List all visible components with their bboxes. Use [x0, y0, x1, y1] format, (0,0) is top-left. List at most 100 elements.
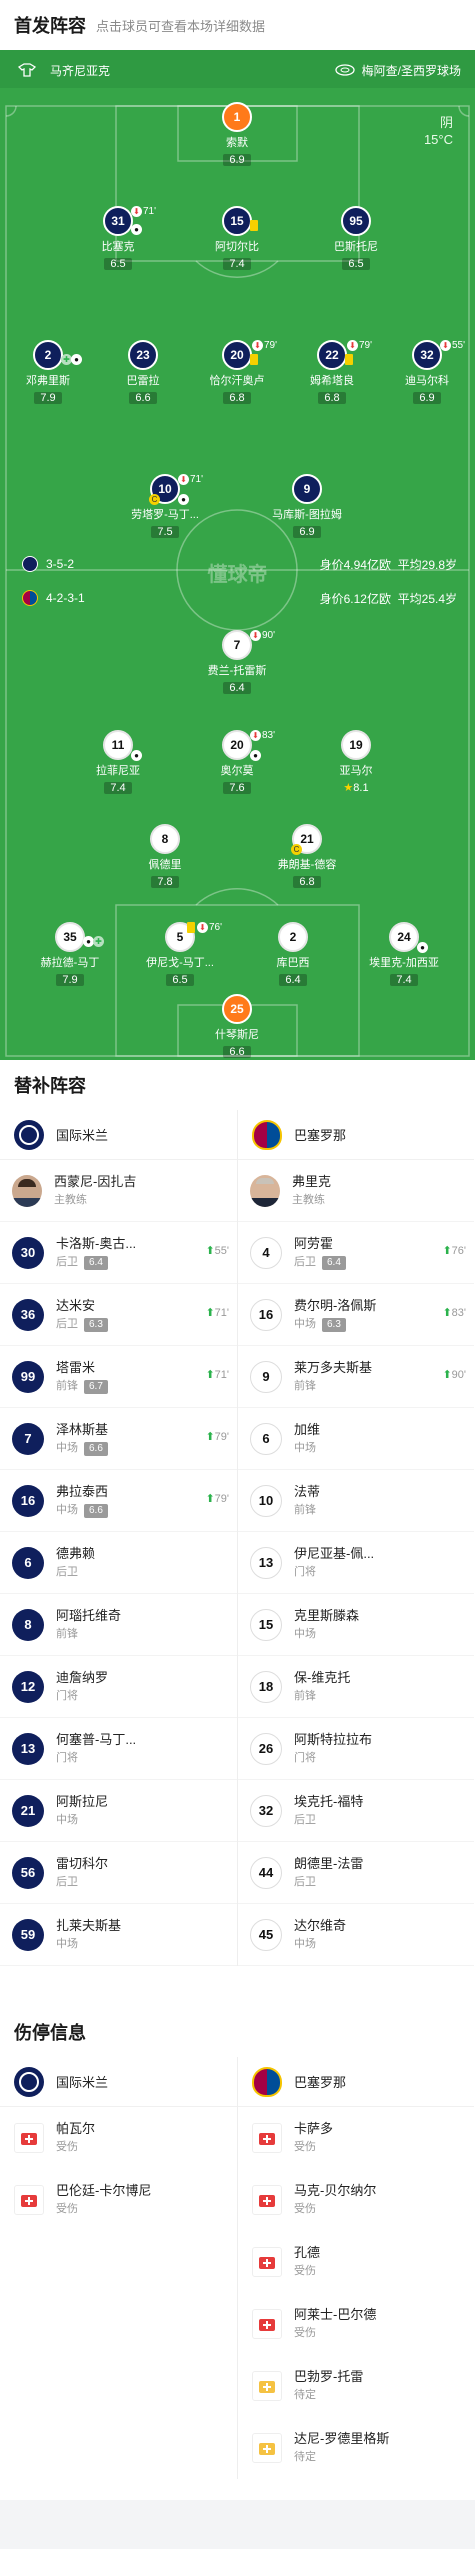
bench-player-row[interactable]: 99 塔雷米 前锋 6.7 ⬆71' — [0, 1346, 237, 1408]
home-player-32[interactable]: 32 ⬇ 55' 迪马尔科 6.9 — [384, 340, 470, 406]
sub-minute: 79' — [264, 340, 278, 351]
bench-player-row[interactable]: 13 伊尼亚基-佩... 门将 — [238, 1532, 474, 1594]
player-name: 埃里克-加西亚 — [369, 957, 439, 969]
sub-in-indicator: ⬆79' — [205, 1492, 229, 1505]
injury-row[interactable]: 达尼-罗德里格斯 待定 — [238, 2417, 474, 2479]
away-player-11[interactable]: 11 ● 拉菲尼亚 7.4 — [75, 730, 161, 796]
home-formation: 3-5-2 — [22, 556, 74, 572]
lineup-subtitle: 点击球员可查看本场详细数据 — [96, 18, 266, 34]
injury-row[interactable]: 马克-贝尔纳尔 受伤 — [238, 2169, 474, 2231]
away-player-19[interactable]: 19 亚马尔 ★8.1 — [313, 730, 399, 796]
position-label: 门将 — [56, 1751, 78, 1764]
bench-player-row[interactable]: 26 阿斯特拉拉布 门将 — [238, 1718, 474, 1780]
sub-out-icon: ⬇ — [440, 340, 451, 351]
home-coach[interactable]: 西蒙尼-因扎吉 主教练 — [0, 1160, 237, 1222]
bench-section: 替补阵容 国际米兰 西蒙尼-因扎吉 主教练 30 卡洛斯-奥古... 后卫 6.4 ⬆5… — [0, 1060, 475, 1966]
player-rating: 6.3 — [322, 1317, 346, 1332]
bench-player-row[interactable]: 59 扎莱夫斯基 中场 — [0, 1904, 237, 1966]
away-player-35[interactable]: 35 ● ✚ 赫拉德-马丁 7.9 — [27, 922, 113, 988]
injury-row[interactable]: 阿莱士-巴尔德 受伤 — [238, 2293, 474, 2355]
injury-row[interactable]: 巴伦廷-卡尔博尼 受伤 — [0, 2169, 237, 2231]
sub-minute: 55' — [214, 1245, 229, 1257]
captain-icon: C — [291, 844, 302, 855]
footer-bar — [0, 2500, 475, 2549]
bench-player-row[interactable]: 56 雷切科尔 后卫 — [0, 1842, 237, 1904]
position-label: 中场 — [294, 1627, 316, 1640]
position-label: 中场 — [294, 1441, 316, 1454]
bench-player-row[interactable]: 10 法蒂 前锋 — [238, 1470, 474, 1532]
player-name: 马库斯-图拉姆 — [272, 509, 342, 521]
player-position: 中场 — [294, 1439, 320, 1458]
home-player-23[interactable]: 23 巴雷拉 6.6 — [100, 340, 186, 406]
away-player-2[interactable]: 2 库巴西 6.4 — [250, 922, 336, 988]
bench-player-row[interactable]: 18 保-维克托 前锋 — [238, 1656, 474, 1718]
player-position: 前锋 6.7 — [56, 1377, 108, 1396]
injury-cross-icon — [14, 2185, 44, 2215]
away-player-20[interactable]: 20 ⬇ 83' ● 奥尔莫 7.6 — [194, 730, 280, 796]
player-name: 恰尔汗奥卢 — [209, 375, 265, 387]
player-name: 伊尼戈-马丁... — [146, 957, 214, 969]
player-rating: ★8.1 — [343, 782, 369, 794]
shirt-number: 30 — [12, 1236, 44, 1269]
away-player-21[interactable]: 21 C 弗朗基-德容 6.8 — [264, 824, 350, 890]
away-player-24[interactable]: 24 ● 埃里克-加西亚 7.4 — [361, 922, 447, 988]
ball-icon: ● — [71, 354, 82, 365]
home-player-9[interactable]: 9 马库斯-图拉姆 6.9 — [264, 474, 350, 540]
bench-player-row[interactable]: 21 阿斯拉尼 中场 — [0, 1780, 237, 1842]
shirt-number: 6 — [250, 1422, 282, 1455]
bench-player-row[interactable]: 6 德弗赖 后卫 — [0, 1532, 237, 1594]
player-name: 克里斯滕森 — [294, 1607, 360, 1623]
away-coach[interactable]: 弗里克 主教练 — [238, 1160, 474, 1222]
injury-row[interactable]: 巴勃罗-托雷 待定 — [238, 2355, 474, 2417]
player-rating: 6.7 — [84, 1379, 108, 1394]
injury-row[interactable]: 帕瓦尔 受伤 — [0, 2107, 237, 2169]
injury-status: 受伤 — [294, 2203, 316, 2215]
lineup-title: 首发阵容 — [14, 16, 86, 36]
bench-player-row[interactable]: 6 加维 中场 — [238, 1408, 474, 1470]
ball-icon: ● — [131, 750, 142, 761]
player-name: 阿斯特拉拉布 — [294, 1731, 373, 1747]
home-player-15[interactable]: 15 阿切尔比 7.4 — [194, 206, 280, 272]
home-player-22[interactable]: 22 ⬇ 79' 姆希塔良 6.8 — [289, 340, 375, 406]
player-position: 中场 — [56, 1811, 108, 1830]
bench-player-row[interactable]: 44 朗德里-法雷 后卫 — [238, 1842, 474, 1904]
bench-player-row[interactable]: 9 莱万多夫斯基 前锋 ⬆90' — [238, 1346, 474, 1408]
bench-player-row[interactable]: 45 达尔维奇 中场 — [238, 1904, 474, 1966]
shirt-number: 24 — [389, 922, 419, 952]
bench-player-row[interactable]: 16 费尔明-洛佩斯 中场 6.3 ⬆83' — [238, 1284, 474, 1346]
player-name: 迪马尔科 — [405, 375, 449, 387]
sub-in-indicator: ⬆76' — [442, 1244, 466, 1257]
player-name: 莱万多夫斯基 — [294, 1359, 373, 1375]
home-player-95[interactable]: 95 巴斯托尼 6.5 — [313, 206, 399, 272]
away-player-25[interactable]: 25 什琴斯尼 6.6 — [194, 994, 280, 1060]
shirt-number: 56 — [12, 1856, 44, 1889]
player-rating: 6.5 — [104, 258, 132, 270]
player-position: 前锋 — [294, 1687, 350, 1706]
home-player-2[interactable]: 2 ✚ ● 邓弗里斯 7.9 — [5, 340, 91, 406]
away-player-8[interactable]: 8 佩德里 7.8 — [122, 824, 208, 890]
bench-player-row[interactable]: 30 卡洛斯-奥古... 后卫 6.4 ⬆55' — [0, 1222, 237, 1284]
bench-player-row[interactable]: 12 迪詹纳罗 门将 — [0, 1656, 237, 1718]
bench-player-row[interactable]: 15 克里斯滕森 中场 — [238, 1594, 474, 1656]
player-name: 库巴西 — [276, 957, 310, 969]
away-player-5[interactable]: 5 ⬇ 76' 伊尼戈-马丁... 6.5 — [137, 922, 223, 988]
player-position: 中场 — [56, 1935, 121, 1954]
injury-row[interactable]: 孔德 受伤 — [238, 2231, 474, 2293]
bench-player-row[interactable]: 32 埃克托-福特 后卫 — [238, 1780, 474, 1842]
home-player-31[interactable]: 31 ⬇ 71' ● 比塞克 6.5 — [75, 206, 161, 272]
home-player-20[interactable]: 20 ⬇ 79' 恰尔汗奥卢 6.8 — [194, 340, 280, 406]
barca-logo-icon — [22, 590, 38, 606]
sub-in-indicator: ⬆71' — [205, 1306, 229, 1319]
home-player-10[interactable]: 10 ⬇ 71' C ● 劳塔罗-马丁... 7.5 — [122, 474, 208, 540]
bench-player-row[interactable]: 7 泽林斯基 中场 6.6 ⬆79' — [0, 1408, 237, 1470]
bench-player-row[interactable]: 36 达米安 后卫 6.3 ⬆71' — [0, 1284, 237, 1346]
bench-player-row[interactable]: 13 何塞普-马丁... 门将 — [0, 1718, 237, 1780]
injury-row[interactable]: 卡萨多 受伤 — [238, 2107, 474, 2169]
sub-minute: 79' — [214, 1431, 229, 1443]
bench-player-row[interactable]: 4 阿劳霍 后卫 6.4 ⬆76' — [238, 1222, 474, 1284]
bench-player-row[interactable]: 16 弗拉泰西 中场 6.6 ⬆79' — [0, 1470, 237, 1532]
home-player-1[interactable]: 1 索默 6.9 — [194, 102, 280, 168]
venue-bar: 梅阿查/圣西罗球场 — [334, 58, 461, 82]
bench-player-row[interactable]: 8 阿瑙托维奇 前锋 — [0, 1594, 237, 1656]
away-player-7[interactable]: 7 ⬇ 90' 费兰-托雷斯 6.4 — [194, 630, 280, 696]
